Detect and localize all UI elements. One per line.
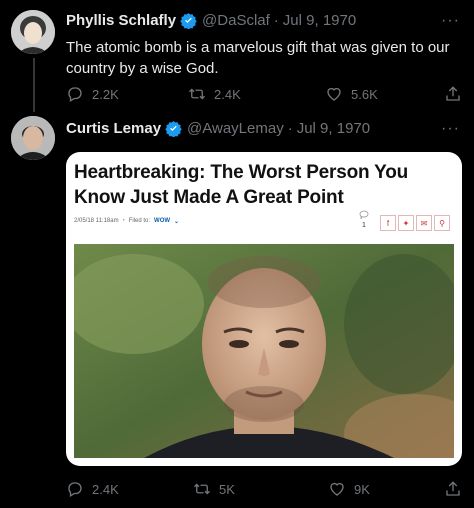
retweet-button[interactable]: 2.4K <box>188 85 241 103</box>
article-category: WOW <box>154 218 171 224</box>
heart-icon <box>330 482 344 496</box>
more-options-icon[interactable]: ··· <box>441 12 460 30</box>
retweet-button[interactable]: 5K <box>193 480 235 498</box>
like-count: 9K <box>354 481 370 497</box>
thread-line <box>33 58 35 112</box>
chevron-down-icon: ⌄ <box>174 219 180 225</box>
tweet-text: The atomic bomb is a marvelous gift that… <box>66 39 450 77</box>
avatar-image <box>11 116 55 160</box>
share-button[interactable] <box>444 85 470 103</box>
comment-counter: 1 <box>356 210 372 229</box>
reply-icon <box>68 87 82 102</box>
more-options-icon[interactable]: ··· <box>441 120 460 138</box>
display-name[interactable]: Phyllis Schlafly <box>66 12 176 29</box>
twitter-icon: ✦ <box>398 215 414 231</box>
retweet-count: 5K <box>219 481 235 497</box>
display-name[interactable]: Curtis Lemay <box>66 120 161 137</box>
like-count: 5.6K <box>351 86 378 102</box>
reply-button[interactable]: 2.4K <box>66 480 119 498</box>
verified-icon <box>180 13 197 29</box>
embedded-article-image[interactable]: Heartbreaking: The Worst Person You Know… <box>66 152 462 466</box>
avatar[interactable] <box>11 116 55 160</box>
like-button[interactable]: 9K <box>328 480 370 498</box>
retweet-icon <box>189 88 205 100</box>
separator-dot: · <box>273 12 279 29</box>
comment-icon <box>359 210 369 220</box>
like-button[interactable]: 5.6K <box>325 85 378 103</box>
avatar[interactable] <box>11 10 55 54</box>
meta-separator: • <box>122 218 125 224</box>
retweet-icon <box>194 483 210 495</box>
share-icon <box>446 481 460 496</box>
handle[interactable]: @DaSclaf <box>202 12 270 29</box>
timestamp[interactable]: Jul 9, 1970 <box>297 120 370 137</box>
reply-count: 2.4K <box>92 481 119 497</box>
comment-count: 1 <box>362 222 366 229</box>
portrait-photo <box>74 244 454 458</box>
article-headline: Heartbreaking: The Worst Person You Know… <box>74 162 409 208</box>
reply-count: 2.2K <box>92 86 119 102</box>
reply-icon <box>68 482 82 497</box>
tweet-phyllis[interactable]: Phyllis Schlafly @DaSclaf · Jul 9, 1970 … <box>0 0 474 112</box>
separator-dot: · <box>287 120 293 137</box>
facebook-icon: f <box>380 215 396 231</box>
verified-icon <box>165 121 182 137</box>
article-filed-label: Filed to: <box>128 218 151 224</box>
avatar-image <box>11 10 55 54</box>
article-time: 2/05/18 11:18am <box>74 218 119 224</box>
email-icon: ✉ <box>416 215 432 231</box>
tweet-header: Curtis Lemay @AwayLemay · Jul 9, 1970 <box>66 120 370 137</box>
share-button[interactable] <box>444 480 470 498</box>
link-icon: ⚲ <box>434 215 450 231</box>
tweet-header: Phyllis Schlafly @DaSclaf · Jul 9, 1970 <box>66 12 356 29</box>
handle[interactable]: @AwayLemay <box>187 120 284 137</box>
article-photo <box>74 244 454 458</box>
timestamp[interactable]: Jul 9, 1970 <box>283 12 356 29</box>
heart-icon <box>327 87 341 101</box>
share-icon <box>446 86 460 101</box>
reply-button[interactable]: 2.2K <box>66 85 119 103</box>
retweet-count: 2.4K <box>214 86 241 102</box>
article-meta: 2/05/18 11:18am • Filed to: WOW ⌄ <box>74 218 179 225</box>
